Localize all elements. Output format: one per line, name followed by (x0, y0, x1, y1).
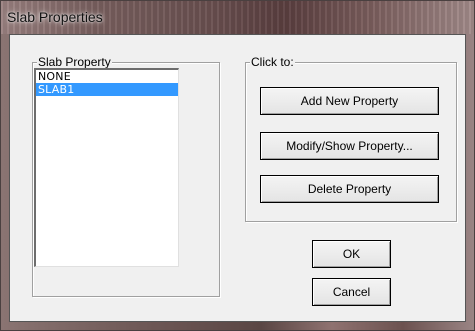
cancel-label: Cancel (332, 285, 371, 299)
dialog-body: Slab Property NONE SLAB1 Click to: Add N… (9, 34, 466, 322)
slab-properties-window: Slab Properties Slab Property NONE SLAB1… (0, 0, 475, 331)
ok-label: OK (342, 247, 361, 261)
click-to-group-label: Click to: (250, 55, 295, 69)
delete-property-label: Delete Property (307, 182, 392, 196)
list-item-slab1[interactable]: SLAB1 (36, 83, 178, 96)
cancel-button[interactable]: Cancel (312, 278, 391, 306)
delete-property-button[interactable]: Delete Property (260, 175, 439, 203)
slab-property-group-label: Slab Property (37, 55, 112, 69)
modify-show-property-label: Modify/Show Property... (286, 139, 413, 153)
list-item-none[interactable]: NONE (36, 70, 178, 83)
title-bar[interactable]: Slab Properties (1, 1, 474, 34)
window-title: Slab Properties (7, 9, 103, 25)
modify-show-property-button[interactable]: Modify/Show Property... (260, 132, 439, 160)
add-new-property-button[interactable]: Add New Property (260, 87, 439, 115)
ok-button[interactable]: OK (312, 240, 391, 268)
slab-property-list[interactable]: NONE SLAB1 (34, 68, 179, 267)
add-new-property-label: Add New Property (300, 94, 399, 108)
